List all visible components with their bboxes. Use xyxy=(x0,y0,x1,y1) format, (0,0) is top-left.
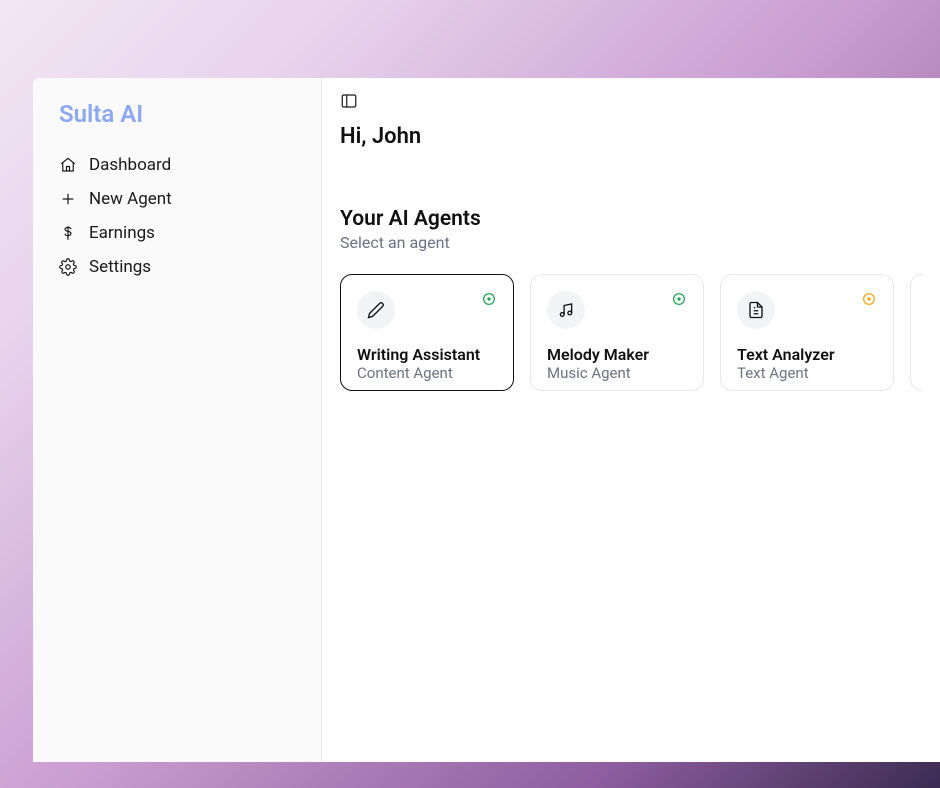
agents-section-subtitle: Select an agent xyxy=(340,233,922,252)
status-indicator-idle xyxy=(861,291,877,307)
agent-card-blog[interactable]: Blog Content xyxy=(910,274,922,391)
agent-type: Text Agent xyxy=(737,364,877,382)
agent-name: Melody Maker xyxy=(547,345,687,364)
sidebar: Sulta AI Dashboard New Agent Earnings Se… xyxy=(33,78,322,762)
agent-name: Text Analyzer xyxy=(737,345,877,364)
agent-card-text-analyzer[interactable]: Text Analyzer Text Agent xyxy=(720,274,894,391)
pencil-icon xyxy=(357,291,395,329)
home-icon xyxy=(59,156,77,174)
sidebar-item-settings[interactable]: Settings xyxy=(59,250,295,284)
file-icon xyxy=(737,291,775,329)
sidebar-item-dashboard[interactable]: Dashboard xyxy=(59,148,295,182)
plus-icon xyxy=(59,190,77,208)
agent-card-writing-assistant[interactable]: Writing Assistant Content Agent xyxy=(340,274,514,391)
agent-name: Writing Assistant xyxy=(357,345,497,364)
agent-type: Music Agent xyxy=(547,364,687,382)
sidebar-item-label: Settings xyxy=(89,257,151,277)
sidebar-item-label: Earnings xyxy=(89,223,155,243)
status-indicator-active xyxy=(671,291,687,307)
status-indicator-active xyxy=(481,291,497,307)
sidebar-item-label: Dashboard xyxy=(89,155,171,175)
agent-type: Content Agent xyxy=(357,364,497,382)
greeting-heading: Hi, John xyxy=(340,124,922,149)
main-content: Hi, John Your AI Agents Select an agent … xyxy=(322,78,940,762)
panel-toggle-button[interactable] xyxy=(340,92,358,110)
app-brand: Sulta AI xyxy=(59,100,295,128)
app-window: Sulta AI Dashboard New Agent Earnings Se… xyxy=(33,78,940,762)
sidebar-item-new-agent[interactable]: New Agent xyxy=(59,182,295,216)
agents-section-title: Your AI Agents xyxy=(340,207,922,231)
dollar-icon xyxy=(59,224,77,242)
gear-icon xyxy=(59,258,77,276)
music-icon xyxy=(547,291,585,329)
sidebar-item-earnings[interactable]: Earnings xyxy=(59,216,295,250)
agents-list: Writing Assistant Content Agent Melody M… xyxy=(340,274,922,391)
agent-card-melody-maker[interactable]: Melody Maker Music Agent xyxy=(530,274,704,391)
panel-icon xyxy=(340,95,358,114)
sidebar-item-label: New Agent xyxy=(89,189,172,209)
